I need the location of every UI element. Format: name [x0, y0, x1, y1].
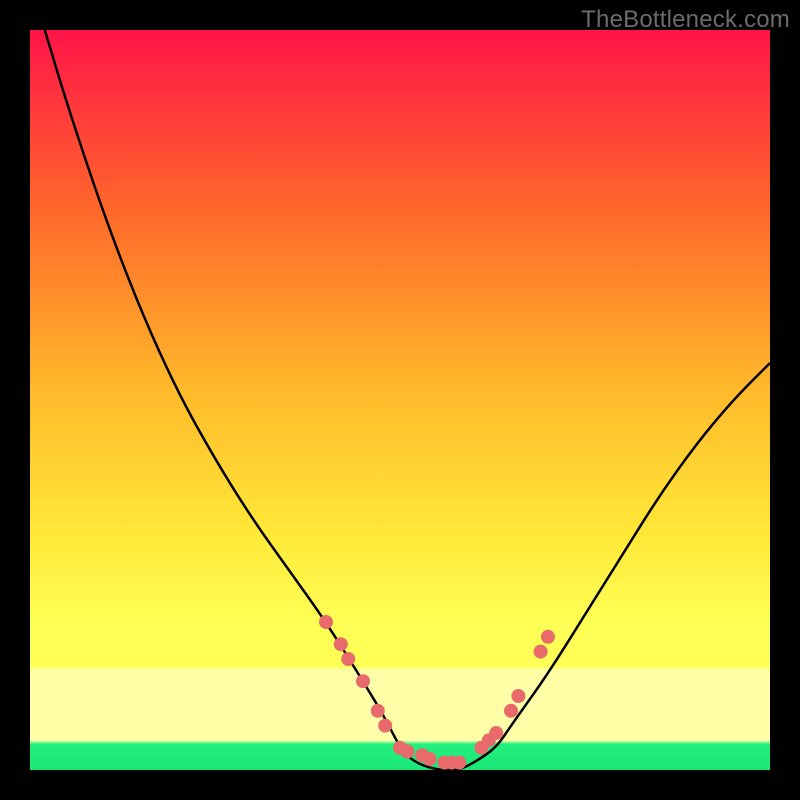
chart-frame [30, 30, 770, 770]
background-gradient [30, 30, 770, 770]
watermark-text: TheBottleneck.com [581, 6, 790, 34]
